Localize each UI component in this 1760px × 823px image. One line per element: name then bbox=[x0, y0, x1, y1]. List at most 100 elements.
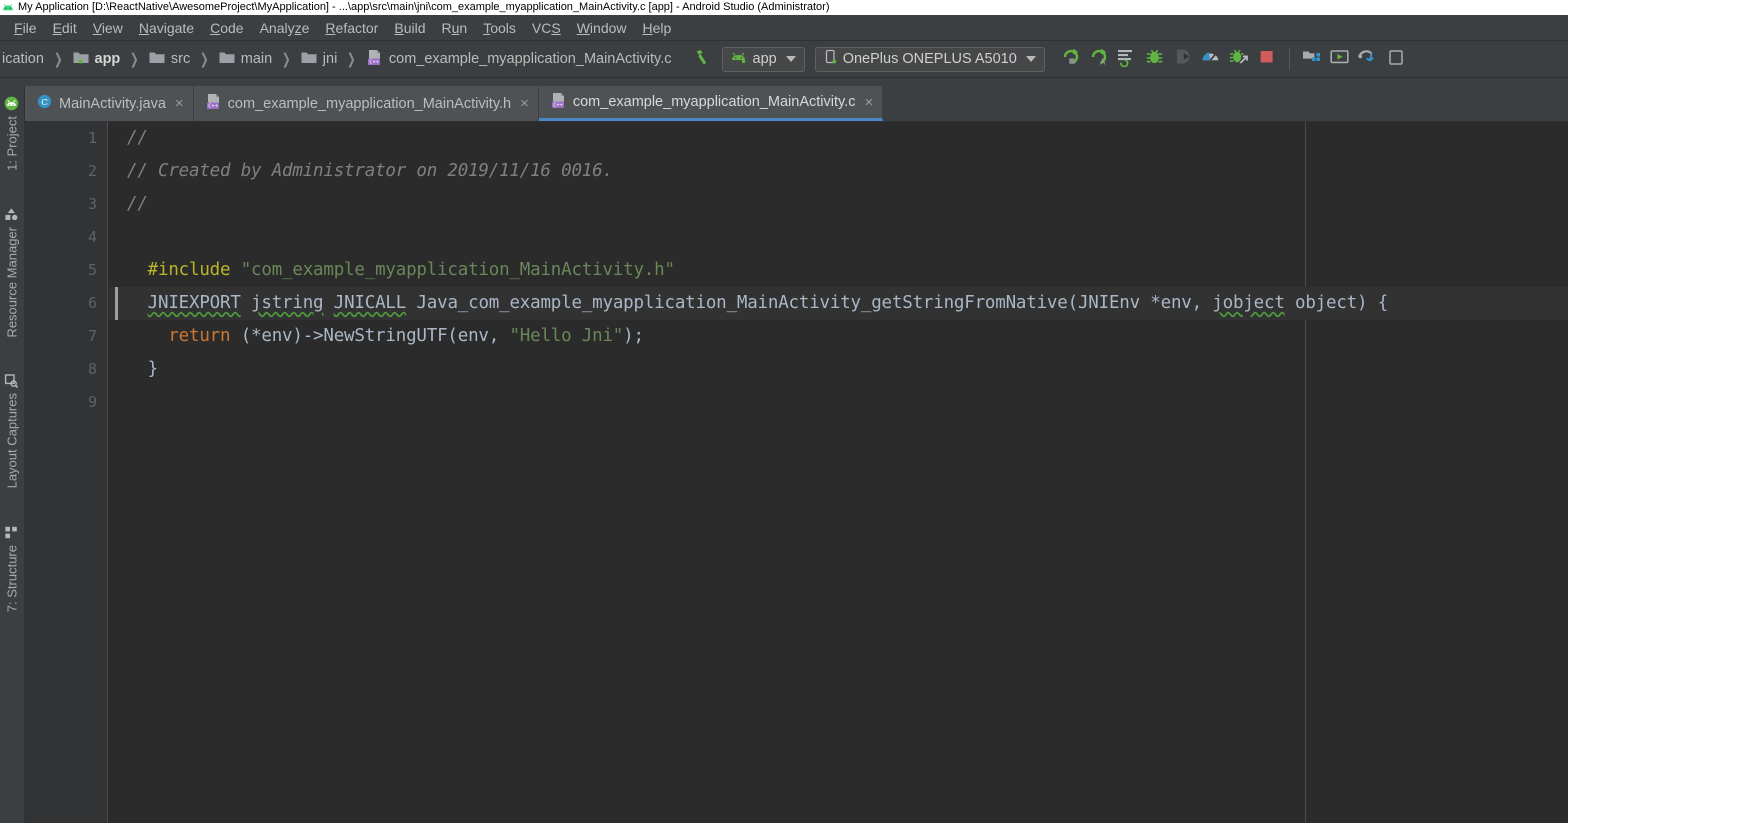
more-button[interactable] bbox=[1382, 45, 1410, 73]
code-line[interactable]: // Created by Administrator on 2019/11/1… bbox=[109, 155, 1568, 188]
code-token: // bbox=[127, 128, 148, 148]
breadcrumb-main[interactable]: main bbox=[217, 50, 274, 68]
avd-manager-icon bbox=[1329, 46, 1350, 72]
menu-file[interactable]: File bbox=[6, 18, 45, 38]
menu-help[interactable]: Help bbox=[635, 18, 680, 38]
stop-debug-button[interactable] bbox=[1225, 45, 1253, 73]
menu-navigate[interactable]: Navigate bbox=[131, 18, 202, 38]
sdk-manager-icon bbox=[1301, 46, 1322, 72]
code-line[interactable]: // bbox=[109, 122, 1568, 155]
code-line[interactable] bbox=[109, 221, 1568, 254]
run-with-coverage-button[interactable] bbox=[1113, 45, 1141, 73]
menu-view[interactable]: View bbox=[85, 18, 131, 38]
sidebar-item-project[interactable]: 1: Project bbox=[1, 90, 23, 177]
current-line-marker bbox=[115, 287, 118, 320]
code-line[interactable]: #include "com_example_myapplication_Main… bbox=[109, 254, 1568, 287]
svg-text:C++: C++ bbox=[208, 104, 218, 110]
apply-changes-button[interactable]: A bbox=[1085, 45, 1113, 73]
breadcrumb-file[interactable]: C++ com_example_myapplication_MainActivi… bbox=[364, 49, 674, 70]
close-icon[interactable]: × bbox=[175, 96, 184, 111]
attach-debugger-button[interactable] bbox=[1169, 45, 1197, 73]
tab-label: com_example_myapplication_MainActivity.c bbox=[572, 94, 856, 110]
folder-icon bbox=[219, 50, 235, 68]
close-icon[interactable]: × bbox=[520, 96, 529, 111]
code-line[interactable]: } bbox=[109, 353, 1568, 386]
run-button[interactable] bbox=[1057, 45, 1085, 73]
left-toolwindow-bar: 1: Project Resource Manager Layout Captu… bbox=[0, 86, 25, 823]
debug-exit-icon bbox=[1228, 46, 1249, 72]
line-number: 1 bbox=[87, 129, 97, 147]
sidebar-item-label: Resource Manager bbox=[4, 226, 20, 338]
code-line[interactable]: JNIEXPORT jstring JNICALL Java_com_examp… bbox=[109, 287, 1568, 320]
run-configuration-label: app bbox=[752, 51, 777, 67]
line-number: 5 bbox=[87, 261, 97, 279]
menu-window[interactable]: Window bbox=[569, 18, 635, 38]
breadcrumb-src[interactable]: src bbox=[147, 50, 192, 68]
code-token: // bbox=[127, 194, 148, 214]
debug-bug-icon bbox=[1144, 46, 1165, 72]
menu-analyze[interactable]: Analyze bbox=[252, 18, 318, 38]
code-token: JNICALL bbox=[333, 293, 407, 313]
tab-mainactivity-java[interactable]: C MainActivity.java × bbox=[25, 86, 194, 121]
coverage-icon bbox=[1116, 46, 1137, 72]
breadcrumb-chevron-icon: ❯ bbox=[130, 51, 139, 68]
editor-tab-bar: C MainActivity.java × C++ com_example_my… bbox=[25, 86, 1568, 122]
menu-run[interactable]: Run bbox=[434, 18, 476, 38]
menu-refactor[interactable]: Refactor bbox=[317, 18, 386, 38]
run-configuration-selector[interactable]: app bbox=[721, 46, 805, 72]
tab-mainactivity-c[interactable]: C++ com_example_myapplication_MainActivi… bbox=[538, 86, 884, 121]
android-studio-window: My Application [D:\ReactNative\AwesomePr… bbox=[0, 0, 1568, 823]
editor-gutter[interactable]: 1 2 3 4 5 6 7 8 9 bbox=[25, 122, 108, 823]
menu-vcs[interactable]: VCS bbox=[524, 18, 569, 38]
menu-build[interactable]: Build bbox=[386, 18, 433, 38]
breadcrumb-jni[interactable]: jni bbox=[299, 50, 340, 68]
debug-button[interactable] bbox=[1141, 45, 1169, 73]
sidebar-item-layout-captures[interactable]: Layout Captures bbox=[1, 367, 23, 494]
menu-code[interactable]: Code bbox=[202, 18, 251, 38]
svg-text:A: A bbox=[1100, 57, 1106, 66]
breadcrumb-label: src bbox=[170, 51, 191, 67]
sidebar-item-structure[interactable]: 7: Structure bbox=[1, 519, 23, 618]
window-titlebar: My Application [D:\ReactNative\AwesomePr… bbox=[0, 0, 1568, 15]
module-icon bbox=[73, 50, 89, 68]
breadcrumb-app[interactable]: app bbox=[71, 50, 123, 68]
chevron-down-icon bbox=[1025, 56, 1036, 62]
line-number: 8 bbox=[87, 360, 97, 378]
resource-manager-icon bbox=[4, 207, 20, 222]
line-number: 7 bbox=[87, 327, 97, 345]
code-line[interactable]: // bbox=[109, 188, 1568, 221]
sdk-manager-button[interactable] bbox=[1298, 45, 1326, 73]
svg-text:C++: C++ bbox=[369, 59, 379, 65]
breadcrumb-chevron-icon: ❯ bbox=[200, 51, 209, 68]
stop-square-icon bbox=[1256, 46, 1277, 72]
make-project-button[interactable] bbox=[688, 45, 716, 73]
code-token: object) { bbox=[1284, 293, 1389, 313]
menu-tools[interactable]: Tools bbox=[475, 18, 524, 38]
breadcrumb-chevron-icon: ❯ bbox=[347, 51, 357, 68]
tab-label: com_example_myapplication_MainActivity.h bbox=[227, 95, 512, 112]
sidebar-item-resource-manager[interactable]: Resource Manager bbox=[1, 201, 23, 344]
breadcrumb-chevron-icon: ❯ bbox=[53, 51, 63, 68]
code-line[interactable] bbox=[109, 386, 1568, 419]
stop-button[interactable] bbox=[1253, 45, 1281, 73]
breadcrumb-project[interactable]: ication bbox=[0, 51, 46, 67]
gradle-sync-button[interactable] bbox=[1354, 45, 1382, 73]
code-line[interactable]: return (*env)->NewStringUTF(env, "Hello … bbox=[109, 320, 1568, 353]
device-selector[interactable]: OnePlus ONEPLUS A5010 bbox=[814, 46, 1045, 72]
tab-mainactivity-h[interactable]: C++ com_example_myapplication_MainActivi… bbox=[193, 86, 539, 121]
profiler-button[interactable] bbox=[1197, 45, 1225, 73]
navigation-toolbar: ication ❯ app ❯ src ❯ main ❯ jni ❯ C++ c… bbox=[0, 41, 1568, 78]
breadcrumb-label: jni bbox=[322, 51, 338, 67]
editor-code-area[interactable]: // // Created by Administrator on 2019/11… bbox=[109, 122, 1568, 823]
code-token: } bbox=[127, 359, 159, 379]
folder-icon bbox=[301, 50, 317, 68]
line-number: 4 bbox=[87, 228, 97, 246]
line-number: 9 bbox=[87, 393, 97, 411]
phone-icon bbox=[823, 49, 837, 69]
avd-manager-button[interactable] bbox=[1326, 45, 1354, 73]
code-editor[interactable]: 1 2 3 4 5 6 7 8 9 // // Created by Administrator … bbox=[25, 122, 1568, 823]
close-icon[interactable]: × bbox=[864, 95, 873, 110]
menu-edit[interactable]: Edit bbox=[45, 18, 85, 38]
code-token: "Hello Jni" bbox=[509, 326, 624, 346]
